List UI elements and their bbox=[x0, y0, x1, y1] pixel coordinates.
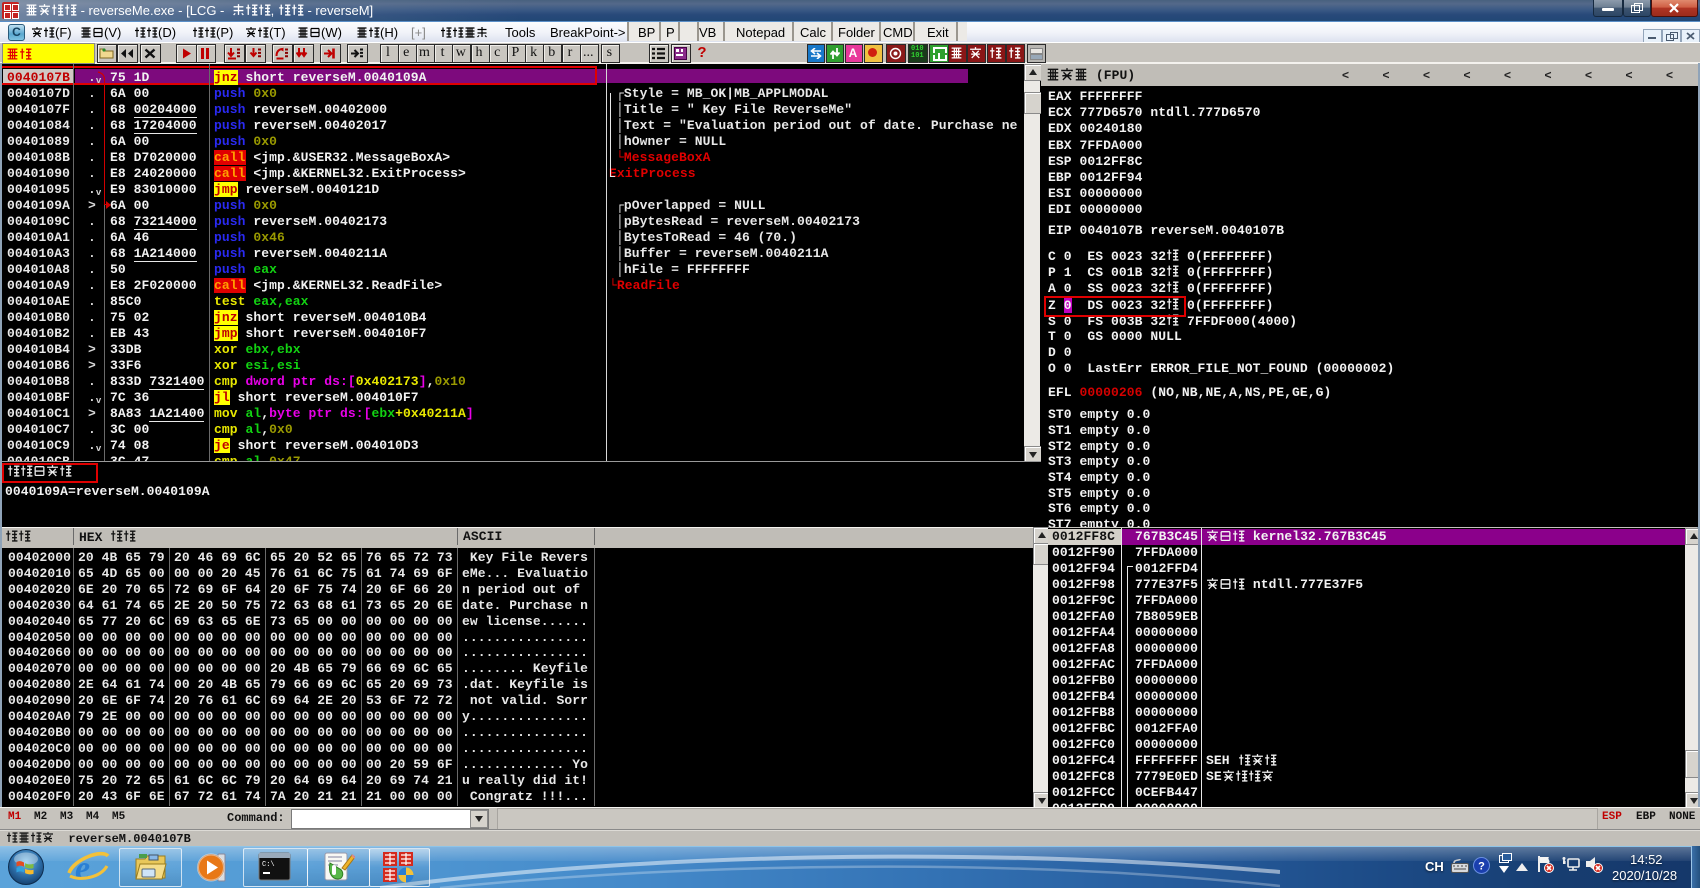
svg-text:?: ? bbox=[1478, 861, 1485, 873]
svg-text:C:\: C:\ bbox=[262, 861, 275, 869]
